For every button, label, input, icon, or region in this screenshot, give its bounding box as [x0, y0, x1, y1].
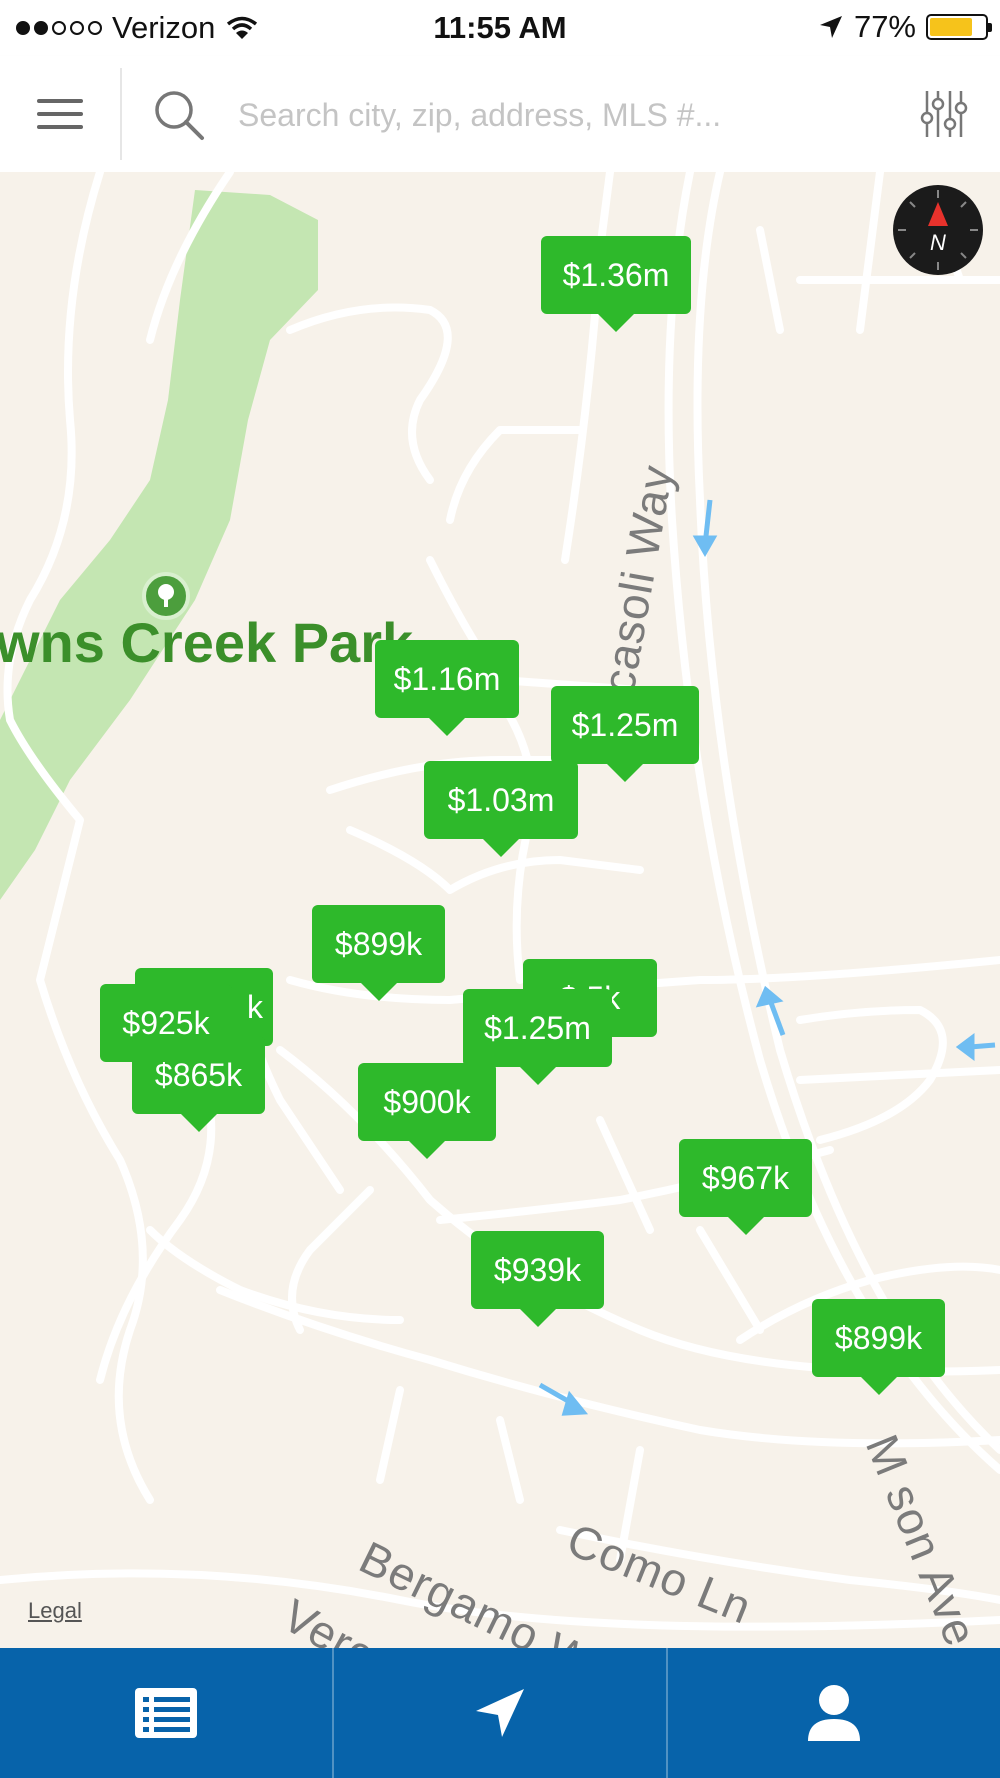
search-input[interactable] [236, 86, 840, 144]
price-pin-label: $1.16m [393, 660, 501, 697]
price-pin-label: $1.36m [562, 256, 670, 293]
price-pin[interactable]: $1.25m [463, 989, 612, 1085]
filter-button[interactable] [916, 86, 972, 142]
price-pin-label: $900k [383, 1083, 471, 1120]
carrier-name: Verizon [112, 10, 216, 45]
price-pin-label: $899k [834, 1319, 923, 1356]
compass-button[interactable]: N [892, 184, 984, 276]
price-pin[interactable]: $1.16m [375, 640, 519, 736]
status-right-group: 77% [818, 9, 992, 45]
price-pin-label: $1.25m [484, 1009, 591, 1046]
wifi-icon [227, 16, 258, 39]
price-pin[interactable]: $939k [471, 1231, 604, 1327]
park-area [0, 190, 318, 900]
price-pin[interactable]: $1.25m [551, 686, 699, 782]
battery-fill [930, 18, 972, 36]
navigation-arrow-icon [476, 1689, 524, 1737]
filter-sliders-icon [920, 91, 968, 137]
park-label: wns Creek Park [0, 611, 414, 674]
tab-account[interactable] [668, 1648, 1000, 1778]
tab-list-view[interactable] [0, 1648, 334, 1778]
battery-percent: 77% [853, 9, 916, 44]
hamburger-menu-icon [37, 99, 83, 129]
compass-icon: N [893, 185, 983, 275]
list-icon [135, 1688, 197, 1738]
svg-text:N: N [930, 230, 946, 255]
carrier-group: Verizon [16, 10, 259, 46]
price-pin-label: k [247, 988, 263, 1025]
user-icon [808, 1685, 860, 1741]
price-pin-label: $967k [701, 1159, 790, 1196]
price-pin[interactable]: $1.36m [541, 236, 691, 332]
map-view[interactable]: wns Creek Park Ricasoli Way Como Ln Berg… [0, 172, 1000, 1648]
price-pin[interactable]: $967k [679, 1139, 812, 1235]
location-services-icon [819, 16, 842, 38]
price-pin[interactable]: $899k [812, 1299, 945, 1395]
map-roads [0, 172, 1000, 1631]
price-pin[interactable]: $900k [358, 1063, 496, 1159]
tab-current-location[interactable] [334, 1648, 668, 1778]
price-pin-label: $1.03m [447, 781, 555, 818]
search-divider [120, 68, 122, 160]
price-pin[interactable]: $899k [312, 905, 445, 1001]
search-icon [155, 91, 204, 140]
signal-strength-icon [16, 21, 102, 35]
search-bar [0, 56, 1000, 172]
price-pin[interactable]: $1.03m [424, 761, 578, 857]
status-bar: Verizon 11:55 AM 77% [0, 0, 1000, 56]
price-pin-label: $899k [334, 925, 423, 962]
price-pin-label: $939k [493, 1251, 582, 1288]
battery-icon [926, 14, 992, 40]
price-pin[interactable]: $865k [132, 1036, 265, 1132]
menu-button[interactable] [0, 56, 120, 172]
tab-bar [0, 1648, 1000, 1778]
price-pin-label: $1.25m [571, 706, 679, 743]
legal-link[interactable]: Legal [28, 1598, 82, 1624]
price-pin-label: $865k [154, 1056, 243, 1093]
